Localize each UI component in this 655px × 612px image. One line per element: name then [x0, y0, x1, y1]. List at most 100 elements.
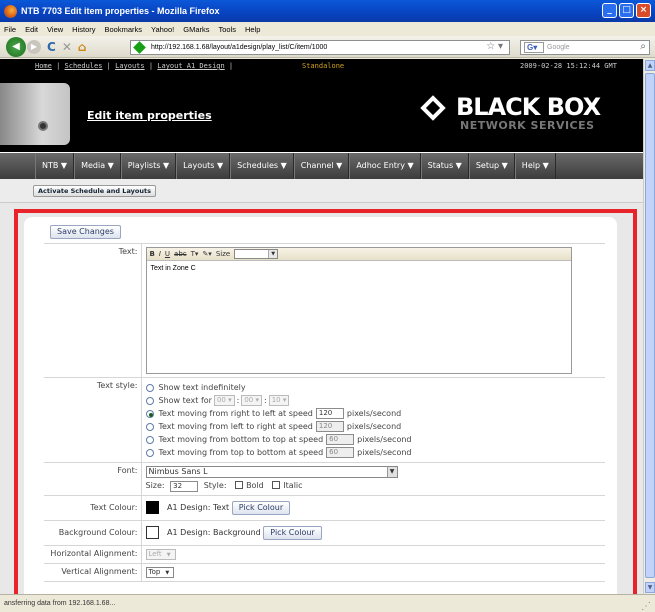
mode-label: Standalone [302, 62, 345, 70]
bold-icon[interactable]: B [150, 250, 155, 258]
minimize-button[interactable]: _ [602, 3, 617, 18]
menu-gmarks[interactable]: GMarks [183, 25, 209, 34]
style-indefinite-option: Show text indefinitely [145, 381, 602, 394]
bold-checkbox[interactable] [235, 481, 244, 489]
valign-select[interactable]: Top ▼ [145, 567, 175, 578]
bg-colour-cell: A1 Design: Background Pick Colour [141, 520, 605, 546]
bg-colour-value: A1 Design: Background [167, 528, 261, 537]
radio-show-for[interactable] [145, 396, 154, 405]
highlight-icon[interactable]: ✎▾ [202, 250, 211, 258]
bookmark-star-icon[interactable]: ☆ ▾ [486, 41, 503, 52]
content-area: Save Changes Text: B I U abc T▾ ✎▾ Size … [0, 203, 643, 594]
nav-media[interactable]: Media ▼ [74, 153, 121, 179]
breadcrumb-schedules[interactable]: Schedules [65, 62, 103, 70]
seconds-select[interactable]: 10 ▾ [268, 395, 290, 406]
text-style-label: Text style: [44, 377, 142, 463]
ttb-speed-input[interactable]: 60 [326, 447, 355, 458]
valign-row: Vertical Alignment: Top ▼ [44, 563, 605, 582]
style-indefinite-label: Show text indefinitely [158, 383, 246, 392]
btt-unit: pixels/second [357, 435, 412, 444]
properties-form: Text: B I U abc T▾ ✎▾ Size ▼ Text in Zon… [44, 243, 605, 582]
breadcrumb-home[interactable]: Home [35, 62, 52, 70]
menu-history[interactable]: History [72, 25, 95, 34]
bg-colour-row: Background Colour: A1 Design: Background… [44, 520, 605, 546]
back-arrow-icon[interactable]: ◀ [6, 36, 26, 57]
reload-icon[interactable]: C [47, 40, 56, 54]
font-size-input[interactable]: 32 [170, 481, 199, 492]
url-bar[interactable]: http://192.168.1.68/layout/a1design/play… [130, 40, 510, 55]
italic-icon[interactable]: I [159, 250, 161, 258]
menu-help[interactable]: Help [245, 25, 260, 34]
nav-layouts[interactable]: Layouts ▼ [176, 153, 231, 179]
search-icon[interactable]: ⌕ [640, 40, 646, 53]
scroll-up-icon[interactable]: ▲ [645, 60, 655, 71]
nav-ntb[interactable]: NTB ▼ [35, 153, 75, 179]
valign-cell: Top ▼ [141, 563, 605, 582]
search-engine-icon[interactable]: G▾ [524, 42, 544, 53]
rtl-speed-input[interactable]: 120 [315, 408, 344, 419]
menu-tools[interactable]: Tools [218, 25, 236, 34]
underline-icon[interactable]: U [165, 250, 170, 258]
scroll-thumb[interactable] [645, 73, 655, 578]
minutes-select[interactable]: 00 ▾ [241, 395, 263, 406]
maximize-button[interactable]: □ [619, 3, 634, 18]
status-text: ansferring data from 192.168.1.68... [4, 600, 116, 607]
ttb-unit: pixels/second [357, 448, 412, 457]
editor-toolbar: B I U abc T▾ ✎▾ Size ▼ [146, 248, 571, 261]
halign-label: Horizontal Alignment: [44, 545, 142, 564]
style-ltr-option: Text moving from left to right at speed … [145, 420, 602, 433]
size-select[interactable]: ▼ [234, 249, 279, 259]
font-select[interactable]: Nimbus Sans L ▼ [145, 466, 398, 478]
pick-bg-colour-button[interactable]: Pick Colour [263, 526, 322, 540]
radio-indefinite[interactable] [145, 383, 154, 392]
resize-grip-icon[interactable]: ⋰ [641, 598, 651, 612]
forward-arrow-icon[interactable]: ▶ [27, 39, 41, 54]
menu-bookmarks[interactable]: Bookmarks [105, 25, 143, 34]
bold-label: Bold [246, 481, 264, 490]
radio-ttb[interactable] [145, 448, 154, 457]
close-button[interactable]: × [636, 3, 651, 18]
activate-button[interactable]: Activate Schedule and Layouts [33, 185, 156, 197]
text-colour-swatch [145, 501, 159, 514]
halign-cell: Left ▼ [141, 545, 605, 564]
nav-status[interactable]: Status ▼ [420, 153, 469, 179]
menu-yahoo[interactable]: Yahoo! [151, 25, 174, 34]
menu-file[interactable]: File [4, 25, 16, 34]
nav-setup[interactable]: Setup ▼ [468, 153, 515, 179]
btt-speed-input[interactable]: 60 [326, 434, 355, 445]
text-style-cell: Show text indefinitely Show text for 00 … [141, 377, 605, 463]
menu-edit[interactable]: Edit [25, 25, 38, 34]
save-changes-button[interactable]: Save Changes [50, 225, 121, 239]
editor-body[interactable]: Text in Zone C [147, 261, 571, 276]
ltr-unit: pixels/second [346, 422, 402, 431]
search-box[interactable]: G▾ Google ⌕ [520, 40, 650, 55]
radio-rtl[interactable] [145, 409, 154, 418]
hours-select[interactable]: 00 ▾ [213, 395, 235, 406]
hours-value: 00 [216, 396, 226, 404]
text-color-icon[interactable]: T▾ [191, 250, 199, 258]
style-btt-option: Text moving from bottom to top at speed … [145, 433, 602, 446]
breadcrumb-layout-a1[interactable]: Layout A1 Design [157, 62, 224, 70]
scroll-down-icon[interactable]: ▼ [645, 582, 655, 593]
pick-text-colour-button[interactable]: Pick Colour [231, 501, 291, 515]
ltr-speed-input[interactable]: 120 [315, 421, 344, 432]
home-icon[interactable]: ⌂ [78, 40, 87, 54]
stop-icon[interactable]: ✕ [62, 40, 72, 54]
breadcrumb-layouts[interactable]: Layouts [115, 62, 145, 70]
menu-view[interactable]: View [47, 25, 63, 34]
strikethrough-icon[interactable]: abc [174, 250, 187, 258]
nav-channel[interactable]: Channel ▼ [293, 153, 350, 179]
nav-help[interactable]: Help ▼ [514, 153, 556, 179]
radio-btt[interactable] [145, 435, 154, 444]
search-engine-letter: G [527, 43, 534, 52]
italic-checkbox[interactable] [272, 481, 281, 489]
vertical-scrollbar[interactable]: ▲ ▼ [643, 59, 655, 594]
halign-select[interactable]: Left ▼ [145, 549, 176, 560]
nav-schedules[interactable]: Schedules ▼ [230, 153, 294, 179]
bg-colour-label: Background Colour: [44, 520, 142, 546]
radio-ltr[interactable] [145, 422, 154, 431]
window-controls: _ □ × [602, 3, 651, 18]
nav-adhoc-entry[interactable]: Adhoc Entry ▼ [349, 153, 421, 179]
nav-playlists[interactable]: Playlists ▼ [120, 153, 177, 179]
bg-colour-swatch [145, 526, 159, 539]
